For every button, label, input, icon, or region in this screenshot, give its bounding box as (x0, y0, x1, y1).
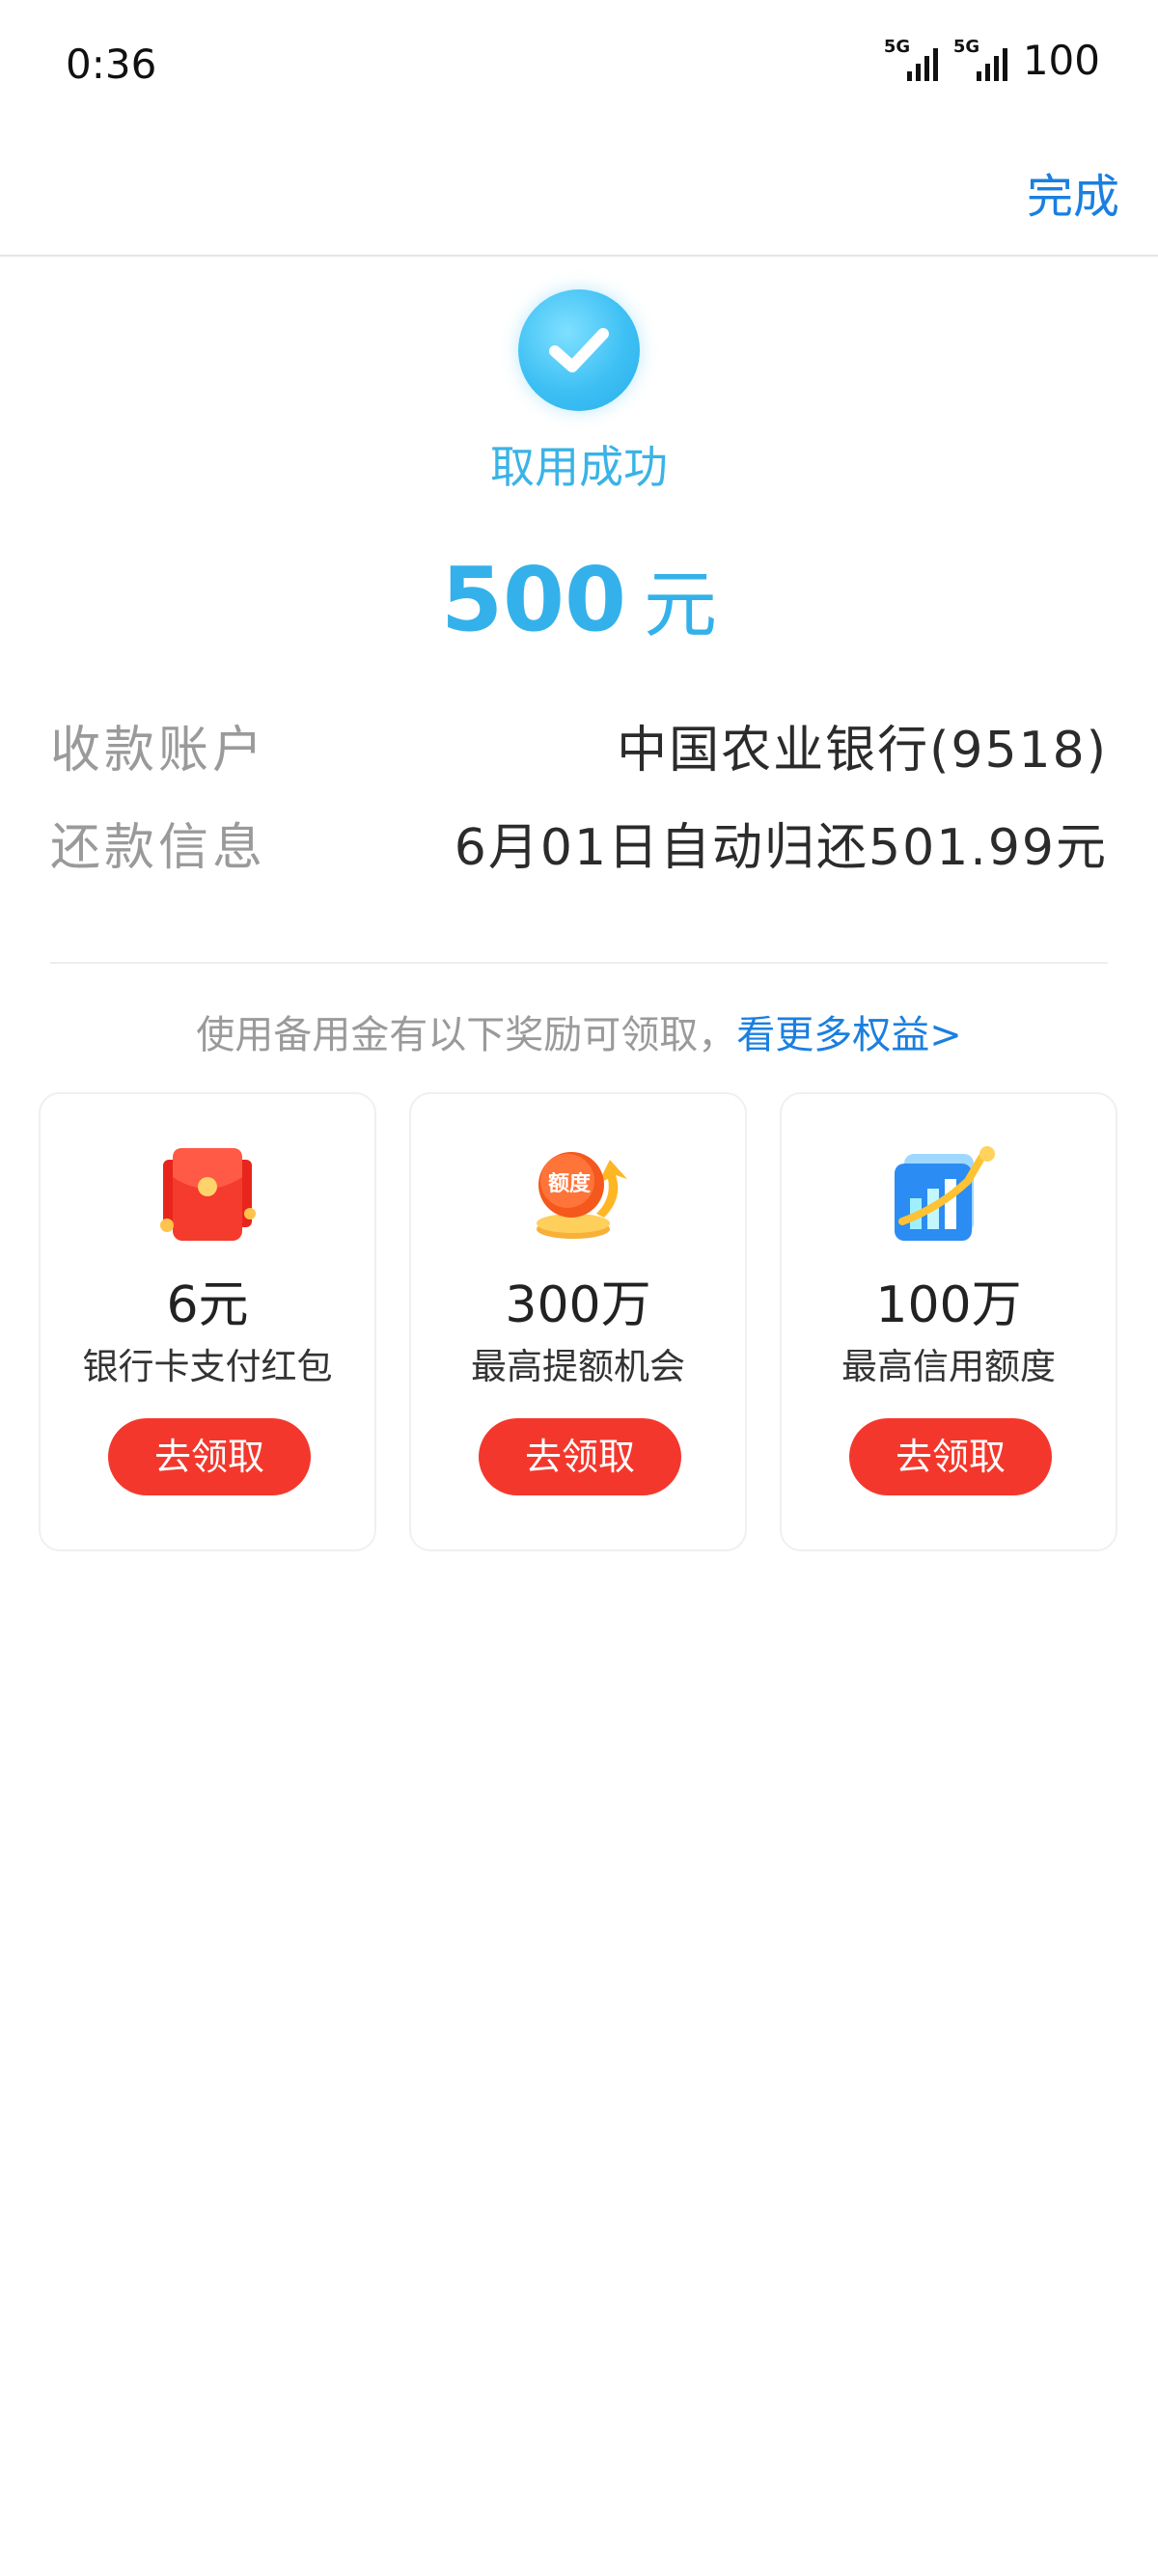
reward-value: 300万 (505, 1276, 651, 1334)
claim-button[interactable]: 去领取 (108, 1418, 311, 1495)
network-type-1: 5G (883, 37, 911, 57)
signal-bars-icon (906, 48, 938, 81)
status-indicators: 5G 5G 100 (884, 37, 1100, 84)
reward-value: 100万 (875, 1276, 1022, 1334)
promo-line: 使用备用金有以下奖励可领取，看更多权益> (0, 1003, 1158, 1059)
signal-1: 5G (884, 37, 938, 81)
reward-card-credit-line[interactable]: 100万 最高信用额度 去领取 (780, 1092, 1117, 1551)
network-type-2: 5G (952, 37, 980, 57)
red-envelope-icon (41, 1140, 374, 1247)
amount-display: 500 元 (0, 545, 1158, 651)
reward-card-red-envelope[interactable]: 6元 银行卡支付红包 去领取 (39, 1092, 376, 1551)
account-value: 中国农业银行(9518) (617, 722, 1108, 780)
battery-level: 100 (1022, 37, 1100, 84)
claim-button[interactable]: 去领取 (849, 1418, 1052, 1495)
status-time: 0:36 (66, 41, 157, 88)
success-status-text: 取用成功 (490, 441, 668, 493)
reward-description: 最高提额机会 (471, 1346, 685, 1387)
reward-card-credit-limit[interactable]: 额度 300万 最高提额机会 去领取 (409, 1092, 747, 1551)
signal-2: 5G (953, 37, 1007, 81)
done-button[interactable]: 完成 (1027, 158, 1119, 226)
reward-value: 6元 (166, 1276, 249, 1334)
amount-unit: 元 (644, 562, 718, 647)
repay-label: 还款信息 (50, 819, 267, 877)
repay-row: 还款信息 6月01日自动归还501.99元 (50, 807, 1108, 879)
claim-button[interactable]: 去领取 (479, 1418, 681, 1495)
reward-description: 银行卡支付红包 (82, 1346, 333, 1387)
growth-chart-icon (782, 1140, 1116, 1247)
section-divider (50, 962, 1108, 964)
success-check-icon (518, 289, 640, 411)
reward-description: 最高信用额度 (841, 1346, 1056, 1387)
more-benefits-link[interactable]: 看更多权益> (736, 1013, 962, 1057)
promo-text: 使用备用金有以下奖励可领取， (196, 1013, 737, 1057)
svg-text:额度: 额度 (548, 1171, 592, 1196)
repay-value: 6月01日自动归还501.99元 (454, 819, 1108, 877)
account-label: 收款账户 (50, 722, 267, 780)
account-row: 收款账户 中国农业银行(9518) (50, 709, 1108, 781)
credit-limit-coin-icon: 额度 (411, 1140, 745, 1247)
header-bar: 完成 (0, 135, 1158, 257)
amount-value: 500 (440, 548, 627, 651)
status-bar: 0:36 5G 5G 100 (0, 0, 1158, 135)
signal-bars-icon (976, 48, 1007, 81)
